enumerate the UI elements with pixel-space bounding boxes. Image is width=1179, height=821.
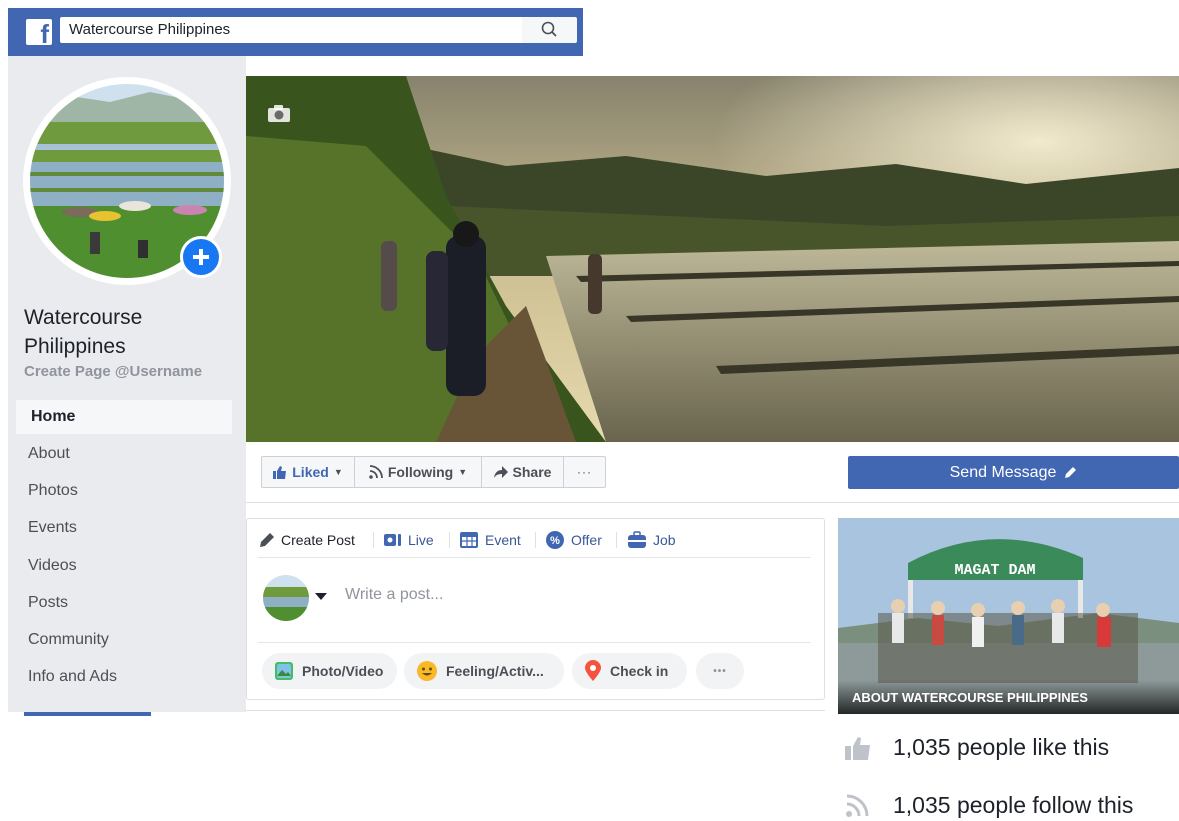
check-in-button[interactable]: Check in bbox=[572, 653, 687, 689]
search-input[interactable]: Watercourse Philippines bbox=[60, 17, 522, 43]
check-in-label: Check in bbox=[610, 663, 669, 679]
tab-create-post-label: Create Post bbox=[281, 532, 355, 548]
write-post-input[interactable]: Write a post... bbox=[345, 586, 443, 604]
photo-video-label: Photo/Video bbox=[302, 663, 384, 679]
nav-item-home[interactable]: Home bbox=[16, 400, 232, 434]
tab-job-label: Job bbox=[653, 532, 676, 548]
thumbs-up-icon bbox=[845, 736, 870, 760]
caret-down-icon[interactable] bbox=[315, 593, 327, 600]
cover-photo-image bbox=[246, 76, 1179, 442]
composer-avatar-image bbox=[263, 575, 309, 621]
location-pin-icon bbox=[585, 660, 601, 681]
nav-item-info-and-ads[interactable]: Info and Ads bbox=[16, 660, 232, 694]
pencil-icon bbox=[1065, 467, 1077, 478]
follows-stat: 1,035 people follow this bbox=[845, 792, 1133, 819]
share-arrow-icon bbox=[493, 466, 508, 478]
tab-live[interactable]: Live bbox=[384, 528, 434, 552]
briefcase-icon bbox=[628, 531, 646, 548]
share-label: Share bbox=[512, 464, 552, 480]
feeling-activity-button[interactable]: Feeling/Activ... bbox=[404, 653, 564, 689]
nav-item-community[interactable]: Community bbox=[16, 623, 232, 657]
about-card-label[interactable]: ABOUT WATERCOURSE PHILIPPINES bbox=[852, 690, 1088, 705]
thumbs-up-icon bbox=[273, 465, 287, 479]
calendar-icon bbox=[460, 532, 478, 548]
send-message-button[interactable]: Send Message bbox=[848, 456, 1179, 489]
add-photo-button[interactable] bbox=[180, 236, 222, 278]
sidebar-action-button[interactable] bbox=[24, 712, 151, 716]
svg-text:%: % bbox=[550, 535, 560, 547]
tab-job[interactable]: Job bbox=[627, 528, 676, 552]
rss-follow-icon bbox=[846, 794, 869, 817]
more-options-label: ••• bbox=[713, 665, 727, 677]
more-actions-label: ··· bbox=[577, 465, 592, 479]
nav-item-about[interactable]: About bbox=[16, 437, 232, 471]
divider bbox=[258, 642, 811, 643]
cover-photo[interactable] bbox=[246, 76, 1179, 442]
feeling-activity-label: Feeling/Activ... bbox=[446, 663, 544, 679]
following-button[interactable]: Following ▼ bbox=[354, 456, 482, 488]
search-icon bbox=[541, 21, 557, 37]
nav-item-events[interactable]: Events bbox=[16, 511, 232, 545]
page-title: Watercourse Philippines bbox=[24, 306, 143, 358]
tab-event[interactable]: Event bbox=[459, 528, 521, 552]
more-options-button[interactable]: ••• bbox=[696, 653, 744, 689]
create-username-link[interactable]: Create Page @Username bbox=[24, 363, 202, 380]
more-actions-button[interactable]: ··· bbox=[563, 456, 606, 488]
photo-video-button[interactable]: Photo/Video bbox=[262, 653, 397, 689]
nav-item-videos[interactable]: Videos bbox=[16, 549, 232, 583]
follows-count-text: 1,035 people follow this bbox=[893, 792, 1134, 818]
facebook-logo-icon[interactable]: f bbox=[26, 19, 52, 47]
send-message-label: Send Message bbox=[949, 463, 1057, 481]
tab-create-post[interactable]: Create Post bbox=[259, 528, 355, 552]
camera-icon[interactable] bbox=[266, 104, 292, 124]
divider bbox=[373, 532, 374, 548]
rss-follow-icon bbox=[369, 465, 383, 479]
search-button[interactable] bbox=[522, 17, 577, 43]
liked-label: Liked bbox=[292, 464, 329, 480]
live-video-icon bbox=[384, 534, 401, 546]
likes-count-text: 1,035 people like this bbox=[893, 734, 1110, 760]
chevron-down-icon: ▼ bbox=[333, 467, 343, 477]
feed-card-edge bbox=[246, 710, 825, 717]
tab-event-label: Event bbox=[485, 532, 521, 548]
divider bbox=[449, 532, 450, 548]
tab-offer[interactable]: % Offer bbox=[545, 528, 602, 552]
divider bbox=[535, 532, 536, 548]
divider bbox=[258, 557, 811, 558]
smiley-face-icon bbox=[417, 661, 437, 681]
composer-avatar[interactable] bbox=[263, 575, 309, 621]
nav-item-posts[interactable]: Posts bbox=[16, 586, 232, 620]
likes-stat: 1,035 people like this bbox=[845, 734, 1109, 761]
magat-dam-sign: MAGAT DAM bbox=[954, 562, 1035, 579]
pencil-icon bbox=[260, 533, 274, 547]
tab-live-label: Live bbox=[408, 532, 434, 548]
chevron-down-icon: ▼ bbox=[458, 467, 468, 477]
tab-offer-label: Offer bbox=[571, 532, 602, 548]
share-button[interactable]: Share bbox=[481, 456, 564, 488]
photo-icon bbox=[275, 662, 293, 680]
divider bbox=[616, 532, 617, 548]
liked-button[interactable]: Liked ▼ bbox=[261, 456, 355, 488]
offer-tag-icon: % bbox=[546, 531, 564, 549]
following-label: Following bbox=[387, 464, 454, 480]
nav-item-photos[interactable]: Photos bbox=[16, 474, 232, 508]
